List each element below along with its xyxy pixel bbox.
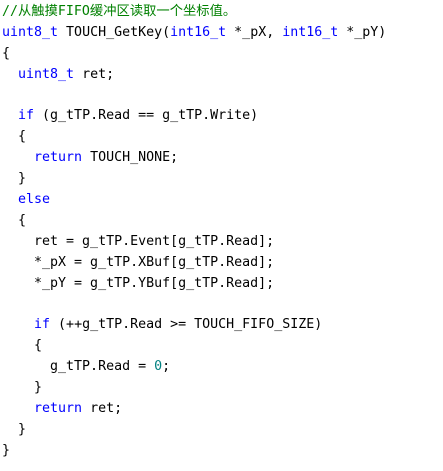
code-token-number: 0 [154,359,163,375]
code-token-plain: *_pY) [338,24,387,40]
code-token-punct: } [2,171,27,187]
code-token-keyword: return [34,150,83,166]
code-token-plain: (g_tTP.Read == g_tTP.Write) [34,108,259,124]
code-token-plain: g_tTP.Read = [2,359,155,375]
code-token-plain: ; [162,359,171,375]
code-line: { [2,336,443,357]
code-line: } [2,378,443,399]
code-token-keyword: return [34,400,83,416]
code-token-type: int16_t [282,24,339,40]
code-token-type: uint8_t [2,24,59,40]
code-token-plain: ret = g_tTP.Event[g_tTP.Read]; [2,233,275,249]
code-token-plain: (++g_tTP.Read >= TOUCH_FIFO_SIZE) [50,317,323,333]
code-editor[interactable]: //从触摸FIFO缓冲区读取一个坐标值。 uint8_t TOUCH_GetKey… [2,0,443,471]
code-token-keyword: else [18,192,51,208]
code-token-type: uint8_t [18,66,75,82]
code-token-plain: *_pX = g_tTP.XBuf[g_tTP.Read]; [2,254,275,270]
code-token-plain: ret; [74,66,115,82]
code-line: { [2,211,443,232]
code-line: { [2,44,443,65]
code-line: uint8_t TOUCH_GetKey(int16_t *_pX, int16… [2,23,443,44]
code-line: { [2,127,443,148]
code-token-plain: *_pY = g_tTP.YBuf[g_tTP.Read]; [2,275,275,291]
code-line: } [2,441,443,462]
code-token-punct: { [2,212,27,228]
code-token-keyword: if [18,108,35,124]
code-token-plain: ret; [82,400,123,416]
code-line: } [2,169,443,190]
code-line: if (++g_tTP.Read >= TOUCH_FIFO_SIZE) [2,315,443,336]
code-token-punct: { [2,338,43,354]
code-token-punct: { [2,45,11,61]
code-token-type: int16_t [170,24,227,40]
code-line: uint8_t ret; [2,65,443,86]
code-token-plain: TOUCH_GetKey( [58,24,171,40]
code-token-comment: //从触摸FIFO缓冲区读取一个坐标值。 [2,4,237,19]
code-line: else [2,190,443,211]
code-token-keyword: if [34,317,51,333]
code-token-punct: { [2,129,27,145]
code-line: *_pY = g_tTP.YBuf[g_tTP.Read]; [2,274,443,295]
code-token-punct: } [2,421,27,437]
code-token-plain: *_pX, [226,24,283,40]
code-line: g_tTP.Read = 0; [2,357,443,378]
code-line: *_pX = g_tTP.XBuf[g_tTP.Read]; [2,253,443,274]
code-line: } [2,420,443,441]
code-line: return TOUCH_NONE; [2,148,443,169]
code-line: ret = g_tTP.Event[g_tTP.Read]; [2,232,443,253]
code-line: return ret; [2,399,443,420]
code-line: if (g_tTP.Read == g_tTP.Write) [2,106,443,127]
code-token-plain: TOUCH_NONE; [82,150,179,166]
code-token-punct: } [2,442,11,458]
code-line: //从触摸FIFO缓冲区读取一个坐标值。 [2,2,443,23]
code-token-punct: } [2,380,43,396]
